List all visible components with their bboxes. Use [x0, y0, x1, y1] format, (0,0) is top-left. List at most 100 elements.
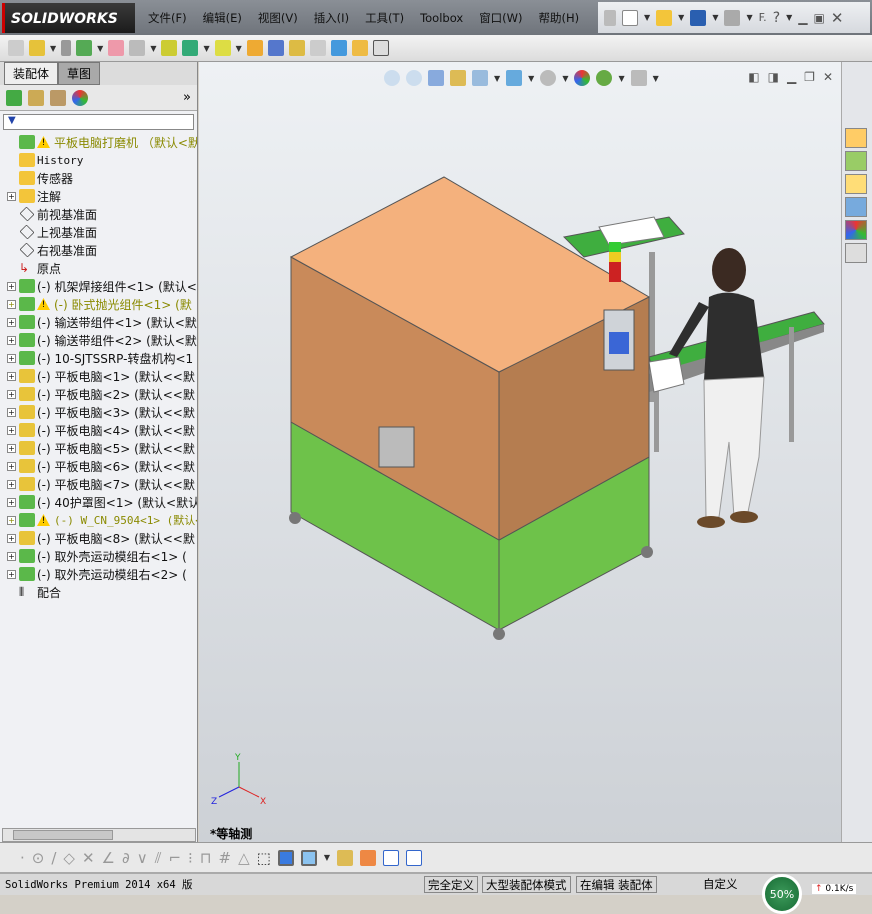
grid-icon[interactable]: #	[219, 849, 232, 867]
graphics-area[interactable]: ▼ ▼ ▼ ▼ ▼ ◧ ◨ ▁ ❐ ✕ Y X Z *等轴测	[199, 62, 841, 842]
expand-icon[interactable]: +	[7, 569, 16, 579]
help-icon[interactable]: ?	[773, 10, 780, 26]
spline-icon[interactable]: ⁝	[188, 849, 193, 867]
tree-item[interactable]: 右视基准面	[0, 241, 197, 259]
trim-icon[interactable]: ✕	[82, 849, 95, 867]
expand-icon[interactable]: +	[7, 299, 16, 309]
open-icon[interactable]	[656, 9, 673, 26]
expand-icon[interactable]: +	[7, 389, 16, 399]
horizontal-scrollbar[interactable]	[2, 828, 196, 842]
solidworks-resources-icon[interactable]	[845, 128, 867, 148]
tree-item[interactable]: + (-) 平板电脑<7> (默认<<默	[0, 475, 197, 493]
menu-item-2[interactable]: 视图(V)	[250, 10, 306, 26]
print-icon[interactable]	[724, 9, 741, 26]
tree-item[interactable]: + (-) 输送带组件<2> (默认<默	[0, 331, 197, 349]
display-manager-icon[interactable]	[72, 89, 88, 106]
custom-properties-icon[interactable]	[845, 243, 867, 263]
explode-line-icon[interactable]	[309, 40, 326, 56]
design-library-icon[interactable]	[845, 151, 867, 171]
mate-icon[interactable]	[61, 40, 72, 56]
tree-item[interactable]: +! (-) W_CN_9504<1> (默认<	[0, 511, 197, 529]
expand-icon[interactable]: +	[7, 425, 16, 435]
tree-item[interactable]: 前视基准面	[0, 205, 197, 223]
show-hidden-icon[interactable]	[161, 40, 178, 56]
close-button[interactable]: ✕	[831, 9, 844, 27]
new-part-icon[interactable]	[29, 40, 45, 56]
appearances-icon[interactable]	[845, 220, 867, 240]
tree-item[interactable]: + (-) 输送带组件<1> (默认<默	[0, 313, 197, 331]
four-view-icon[interactable]	[406, 849, 422, 866]
expand-icon[interactable]: +	[7, 551, 16, 561]
tree-item[interactable]: + (-) 取外壳运动模组右<2> (	[0, 565, 197, 583]
expand-icon[interactable]: +	[7, 533, 16, 543]
menu-item-3[interactable]: 插入(I)	[306, 10, 357, 26]
save-icon[interactable]	[690, 9, 707, 26]
expand-icon[interactable]: +	[7, 353, 16, 363]
tree-item[interactable]: 传感器	[0, 169, 197, 187]
solidworks-logo[interactable]: SOLIDWORKS	[2, 3, 135, 33]
relation-icon[interactable]: △	[238, 849, 250, 867]
section-icon[interactable]	[337, 849, 353, 866]
chamfer-icon[interactable]: ∨	[137, 849, 148, 867]
menu-item-5[interactable]: Toolbox	[412, 11, 471, 25]
reference-geometry-icon[interactable]	[214, 40, 231, 56]
expand-icon[interactable]: +	[7, 443, 16, 453]
filter-input[interactable]: ▼	[3, 114, 194, 130]
tree-item[interactable]: ! 平板电脑打磨机 （默认<默认	[0, 133, 197, 151]
shaded-icon[interactable]	[300, 849, 317, 866]
circle-icon[interactable]: ⊙	[32, 849, 45, 867]
pin-icon[interactable]	[604, 9, 616, 26]
angle-icon[interactable]: ∠	[102, 849, 115, 867]
expand-icon[interactable]: +	[7, 461, 16, 471]
feature-manager-icon[interactable]	[6, 89, 22, 106]
expand-icon[interactable]: +	[7, 191, 16, 201]
view-palette-icon[interactable]	[845, 197, 867, 217]
property-manager-icon[interactable]	[28, 89, 44, 106]
tree-item[interactable]: +! (-) 卧式抛光组件<1> (默	[0, 295, 197, 313]
tree-item[interactable]: + (-) 平板电脑<5> (默认<<默	[0, 439, 197, 457]
instant3d-icon[interactable]	[351, 40, 368, 56]
assembly-features-icon[interactable]	[182, 40, 199, 56]
scrollbar-thumb[interactable]	[13, 830, 113, 840]
units-selector[interactable]: 自定义	[700, 876, 741, 893]
expand-icon[interactable]: +	[7, 479, 16, 489]
tree-item[interactable]: 上视基准面	[0, 223, 197, 241]
expand-icon[interactable]: +	[7, 497, 16, 507]
tab-assembly[interactable]: 装配体	[4, 62, 59, 85]
interference-icon[interactable]	[330, 40, 347, 56]
expand-icon[interactable]: +	[7, 317, 16, 327]
menu-item-0[interactable]: 文件(F)	[140, 10, 195, 26]
file-explorer-icon[interactable]	[845, 174, 867, 194]
options-label[interactable]: F.	[759, 11, 767, 24]
fillet-icon[interactable]: ∂	[122, 849, 130, 867]
expand-icon[interactable]: +	[7, 281, 16, 291]
new-document-icon[interactable]	[622, 9, 638, 26]
exploded-view-icon[interactable]	[288, 40, 305, 56]
dimension-icon[interactable]: ⊓	[200, 849, 212, 867]
tree-item[interactable]: ↳ 原点	[0, 259, 197, 277]
assembly-model[interactable]: Y X Z	[199, 62, 841, 842]
menu-item-6[interactable]: 窗口(W)	[471, 10, 530, 26]
polygon-icon[interactable]: ◇	[63, 849, 75, 867]
expand-icon[interactable]: +	[7, 335, 16, 345]
menu-item-7[interactable]: 帮助(H)	[531, 10, 588, 26]
shaded-edges-icon[interactable]	[277, 849, 294, 866]
move-component-icon[interactable]	[129, 40, 146, 56]
tree-item[interactable]: + (-) 平板电脑<1> (默认<<默	[0, 367, 197, 385]
expand-icon[interactable]: +	[7, 407, 16, 417]
insert-component-icon[interactable]	[8, 40, 24, 56]
tree-item[interactable]: + (-) 平板电脑<6> (默认<<默	[0, 457, 197, 475]
tree-item[interactable]: History	[0, 151, 197, 169]
wireframe-icon[interactable]: ⬚	[257, 849, 271, 867]
linear-pattern-icon[interactable]	[76, 40, 93, 56]
bill-of-materials-icon[interactable]	[267, 40, 284, 56]
point-icon[interactable]: ·	[20, 849, 25, 867]
tree-item[interactable]: + (-) 取外壳运动模组右<1> (	[0, 547, 197, 565]
single-view-icon[interactable]	[383, 849, 399, 866]
expand-icon[interactable]: +	[7, 515, 16, 525]
tree-item[interactable]: ⫴ 配合	[0, 583, 197, 601]
tree-item[interactable]: + (-) 机架焊接组件<1> (默认<	[0, 277, 197, 295]
tree-item[interactable]: + (-) 平板电脑<2> (默认<<默	[0, 385, 197, 403]
smart-fasteners-icon[interactable]	[108, 40, 125, 56]
interference-detection-icon[interactable]	[360, 849, 376, 866]
